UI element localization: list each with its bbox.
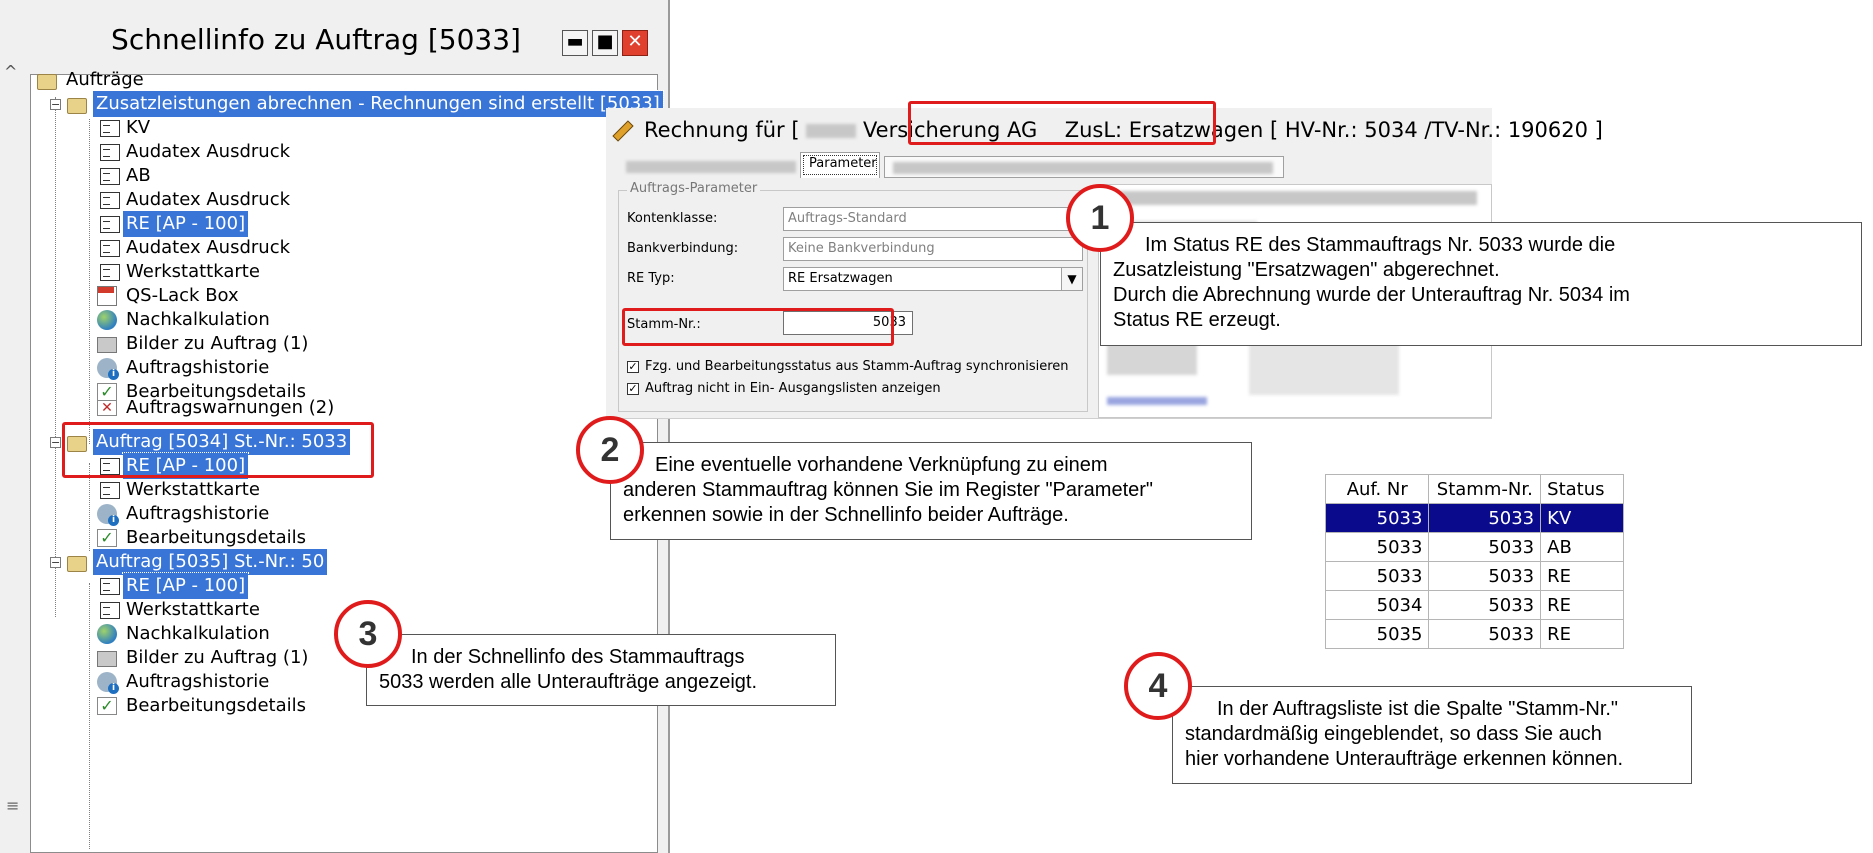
tab-redacted[interactable]: [618, 156, 798, 178]
tree-item-order-5033[interactable]: Zusatzleistungen abrechnen - Rechnungen …: [67, 90, 664, 118]
tree-item[interactable]: Audatex Ausdruck: [97, 235, 293, 261]
tree-item[interactable]: ✕ Auftragswarnungen (2): [97, 399, 337, 417]
callout-1: Im Status RE des Stammauftrags Nr. 5033 …: [1100, 222, 1862, 346]
callout-4: In der Auftragsliste ist die Spalte "Sta…: [1172, 686, 1692, 784]
tab-parameter[interactable]: Parameter: [800, 152, 880, 178]
tree-item[interactable]: KV: [97, 115, 153, 141]
checklist-icon: ✓: [97, 529, 117, 547]
table-row[interactable]: 5034 5033 RE: [1324, 590, 1624, 620]
tree-item[interactable]: Bilder zu Auftrag (1): [97, 645, 311, 671]
order-parameter-group: Auftrags-Parameter Kontenklasse: Auftrag…: [618, 181, 1088, 412]
document-icon: [100, 601, 120, 619]
scroll-up-icon[interactable]: ^: [4, 62, 17, 81]
group-title: Auftrags-Parameter: [627, 181, 761, 196]
chevron-down-icon[interactable]: ▼: [1061, 268, 1082, 290]
folder-icon: [67, 555, 87, 572]
maximize-button[interactable]: ■: [592, 30, 618, 56]
hide-lists-checkbox[interactable]: ✓ Auftrag nicht in Ein- Ausgangslisten a…: [627, 381, 941, 396]
tree-item[interactable]: RE [AP - 100]: [97, 572, 250, 600]
collapse-icon[interactable]: −: [50, 99, 61, 110]
retyp-select[interactable]: RE Ersatzwagen ▼: [783, 267, 1083, 291]
tree-item[interactable]: Nachkalkulation: [97, 621, 273, 647]
tree-item[interactable]: AB: [97, 163, 154, 189]
info-icon: [97, 672, 119, 694]
tree-item[interactable]: Nachkalkulation: [97, 307, 273, 333]
checkbox-checked-icon[interactable]: ✓: [627, 360, 639, 373]
collapse-icon[interactable]: −: [50, 557, 61, 568]
tab-redacted[interactable]: [884, 156, 1284, 178]
checkbox-checked-icon[interactable]: ✓: [627, 382, 639, 395]
table-row[interactable]: 5033 5033 KV: [1324, 503, 1624, 533]
step-4-badge: 4: [1124, 652, 1192, 720]
tree-item[interactable]: Auftragshistorie: [97, 355, 272, 381]
highlight-order-5034: [62, 422, 374, 478]
image-icon: [97, 337, 117, 353]
close-button[interactable]: ✕: [622, 30, 648, 56]
document-icon: [100, 167, 120, 185]
folder-icon: [37, 73, 57, 90]
bank-label: Bankverbindung:: [627, 241, 739, 256]
bank-field[interactable]: Keine Bankverbindung: [783, 237, 1083, 261]
warning-icon: ✕: [97, 400, 117, 416]
document-icon: [100, 191, 120, 209]
pencil-icon: [612, 120, 634, 142]
tree-item-order-5035[interactable]: Auftrag [5035] St.-Nr.: 50: [67, 548, 329, 576]
tree-item[interactable]: Auftragshistorie: [97, 669, 272, 695]
step-2-badge: 2: [576, 416, 644, 484]
step-1-badge: 1: [1066, 184, 1134, 252]
tree-item[interactable]: Audatex Ausdruck: [97, 139, 293, 165]
image-icon: [97, 651, 117, 667]
callout-3: In der Schnellinfo des Stammauftrags 503…: [366, 634, 836, 706]
table-row[interactable]: 5033 5033 AB: [1324, 532, 1624, 562]
folder-icon: [67, 97, 87, 114]
checklist-icon: ✓: [97, 697, 117, 715]
order-list-table: Auf. Nr Stamm-Nr. Status 5033 5033 KV 50…: [1324, 474, 1624, 649]
document-icon: [100, 239, 120, 257]
tree-root[interactable]: Aufträge: [37, 67, 147, 93]
tree-item[interactable]: Bilder zu Auftrag (1): [97, 331, 311, 357]
column-header-auf-nr[interactable]: Auf. Nr: [1324, 474, 1430, 504]
tree-item[interactable]: Auftragshistorie: [97, 501, 272, 527]
info-icon: [97, 358, 119, 380]
tree-item[interactable]: Werkstattkarte: [97, 259, 263, 285]
tree-item[interactable]: ✓ Bearbeitungsdetails: [97, 525, 309, 551]
tree-item[interactable]: Audatex Ausdruck: [97, 187, 293, 213]
sphere-icon: [97, 310, 117, 330]
kontenklasse-field[interactable]: Auftrags-Standard: [783, 207, 1083, 231]
step-3-badge: 3: [334, 600, 402, 668]
table-row[interactable]: 5033 5033 RE: [1324, 561, 1624, 591]
retyp-label: RE Typ:: [627, 271, 675, 286]
background-window-strip: [0, 0, 23, 853]
sync-checkbox[interactable]: ✓ Fzg. und Bearbeitungsstatus aus Stamm-…: [627, 359, 1069, 374]
tree-item[interactable]: Werkstattkarte: [97, 597, 263, 623]
tree-item[interactable]: QS-Lack Box: [97, 283, 242, 309]
highlight-zusl: [908, 101, 1216, 145]
menu-lines-icon[interactable]: ≡: [6, 796, 19, 815]
tree-item[interactable]: RE [AP - 100]: [97, 210, 250, 238]
kontenklasse-label: Kontenklasse:: [627, 211, 718, 226]
sphere-icon: [97, 624, 117, 644]
document-icon: [100, 143, 120, 161]
collapse-icon[interactable]: −: [50, 437, 61, 448]
info-icon: [97, 504, 119, 526]
column-header-status[interactable]: Status: [1540, 474, 1624, 504]
document-icon: [100, 481, 120, 499]
tree-item[interactable]: ✓ Bearbeitungsdetails: [97, 693, 309, 719]
document-icon: [100, 215, 120, 233]
tree-item[interactable]: Werkstattkarte: [97, 477, 263, 503]
table-header-row: Auf. Nr Stamm-Nr. Status: [1324, 474, 1624, 504]
minimize-button[interactable]: ▬: [562, 30, 588, 56]
document-icon: [100, 263, 120, 281]
box-icon: [97, 286, 117, 306]
redacted-text: [806, 124, 857, 138]
document-icon: [100, 119, 120, 137]
table-row[interactable]: 5035 5033 RE: [1324, 619, 1624, 649]
document-icon: [100, 577, 120, 595]
callout-2: Eine eventuelle vorhandene Verknüpfung z…: [610, 442, 1252, 540]
highlight-stamm-nr: [622, 308, 894, 346]
column-header-stamm-nr[interactable]: Stamm-Nr.: [1428, 474, 1542, 504]
